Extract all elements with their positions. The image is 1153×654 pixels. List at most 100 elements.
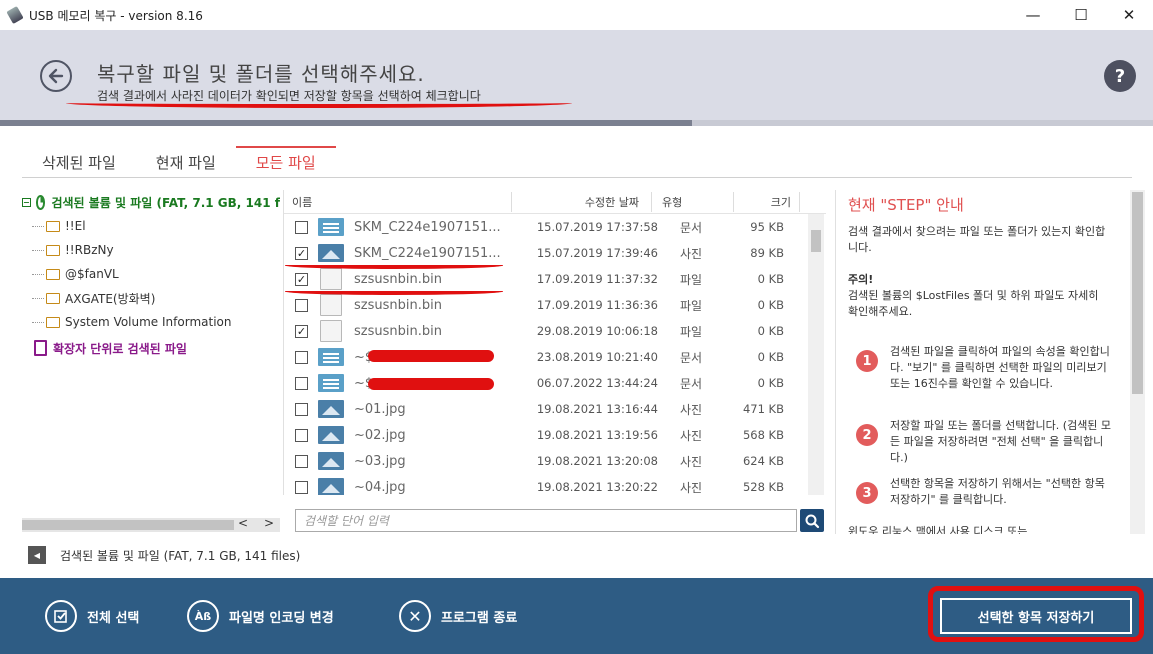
tree-horizontal-scrollbar[interactable]: < > bbox=[22, 516, 280, 532]
tree-item-folder[interactable]: !!El bbox=[22, 214, 280, 238]
row-checkbox[interactable]: ✓ bbox=[295, 246, 308, 260]
file-type: 사진 bbox=[680, 402, 703, 417]
file-row[interactable]: ~03.jpg 19.08.2021 13:20:08 사진 624 KB bbox=[284, 448, 826, 474]
tab-0[interactable]: 삭제된 파일 bbox=[22, 146, 136, 178]
file-type: 사진 bbox=[680, 480, 703, 495]
scroll-thumb[interactable] bbox=[1132, 192, 1143, 394]
file-type: 파일 bbox=[680, 298, 703, 313]
tree-ext-label: 확장자 단위로 검색된 파일 bbox=[53, 341, 187, 356]
step-text: 저장할 파일 또는 폴더를 선택합니다. (검색된 모든 파일을 저장하려면 "… bbox=[890, 419, 1112, 464]
row-checkbox[interactable] bbox=[295, 376, 308, 390]
row-checkbox[interactable] bbox=[295, 428, 308, 442]
step-number-badge: 1 bbox=[856, 350, 878, 372]
column-size[interactable]: 크기 bbox=[734, 191, 800, 212]
scroll-right-arrow[interactable]: > bbox=[264, 516, 274, 530]
file-date: 19.08.2021 13:19:56 bbox=[536, 428, 658, 442]
file-list-scrollbar[interactable] bbox=[808, 214, 824, 495]
file-type: 사진 bbox=[680, 428, 703, 443]
file-date: 19.08.2021 13:16:44 bbox=[536, 402, 658, 416]
search-input[interactable]: 검색할 단어 입력 bbox=[295, 509, 797, 532]
tree-item-folder[interactable]: !!RBzNy bbox=[22, 238, 280, 262]
folder-icon bbox=[46, 316, 60, 328]
guide-cut-line: 윈도우 리눅스 맥에서 사용 디스크 또는 bbox=[848, 525, 1028, 534]
row-checkbox[interactable] bbox=[295, 298, 308, 312]
tree-connector bbox=[32, 273, 44, 275]
file-row[interactable]: ✓ SKM_C224e1907151... 15.07.2019 17:39:46 사… bbox=[284, 240, 826, 266]
image-icon bbox=[318, 478, 344, 495]
volume-tree: − 검색된 볼륨 및 파일 (FAT, 7.1 GB, 141 f !!El!!… bbox=[22, 190, 280, 515]
column-date[interactable]: 수정한 날짜 bbox=[512, 191, 652, 212]
file-row[interactable]: ~$ 06.07.2022 13:44:24 문서 0 KB bbox=[284, 370, 826, 396]
row-checkbox[interactable]: ✓ bbox=[295, 272, 308, 286]
row-checkbox[interactable] bbox=[295, 454, 308, 468]
file-date: 06.07.2022 13:44:24 bbox=[536, 376, 658, 390]
folder-icon bbox=[46, 268, 60, 280]
file-name: szsusnbin.bin bbox=[354, 297, 442, 313]
guide-scrollbar[interactable] bbox=[1130, 190, 1145, 534]
file-row[interactable]: szsusnbin.bin 17.09.2019 11:36:36 파일 0 KB bbox=[284, 292, 826, 318]
image-icon bbox=[318, 244, 344, 262]
tab-1[interactable]: 현재 파일 bbox=[136, 146, 236, 178]
row-checkbox[interactable] bbox=[295, 220, 308, 234]
collapse-toggle[interactable]: − bbox=[22, 197, 31, 207]
help-button[interactable]: ? bbox=[1104, 60, 1136, 92]
tree-item-label: System Volume Information bbox=[65, 315, 232, 329]
column-type[interactable]: 유형 bbox=[652, 191, 734, 212]
file-icon bbox=[320, 268, 342, 290]
guide-step: 3 선택한 항목을 저장하기 위해서는 "선택한 항목 저장하기" 를 클릭합니다… bbox=[856, 476, 1112, 508]
row-checkbox[interactable]: ✓ bbox=[295, 324, 308, 338]
tree-item-extension-search[interactable]: 확장자 단위로 검색된 파일 bbox=[22, 336, 280, 360]
back-button[interactable] bbox=[40, 60, 72, 92]
file-row[interactable]: ~04.jpg 19.08.2021 13:20:22 사진 528 KB bbox=[284, 474, 826, 495]
tree-connector bbox=[32, 249, 44, 251]
search-button[interactable] bbox=[800, 509, 824, 532]
minimize-button[interactable]: — bbox=[1009, 0, 1057, 30]
encoding-button[interactable]: Àß 파일명 인코딩 변경 bbox=[187, 600, 334, 632]
file-row[interactable]: ✓ szsusnbin.bin 29.08.2019 10:06:18 파일 0 KB bbox=[284, 318, 826, 344]
file-type: 사진 bbox=[680, 246, 703, 261]
select-all-button[interactable]: 전체 선택 bbox=[45, 600, 139, 632]
file-name: szsusnbin.bin bbox=[354, 271, 442, 287]
column-name[interactable]: 이름 bbox=[284, 191, 512, 212]
tree-root-volume[interactable]: − 검색된 볼륨 및 파일 (FAT, 7.1 GB, 141 f bbox=[22, 190, 280, 214]
tree-children: !!El !!RBzNy @$fanVL AXGATE(방화벽) System Volu… bbox=[22, 214, 280, 334]
scroll-thumb[interactable] bbox=[22, 520, 234, 530]
row-checkbox[interactable] bbox=[295, 350, 308, 364]
file-row[interactable]: ~01.jpg 19.08.2021 13:16:44 사진 471 KB bbox=[284, 396, 826, 422]
tab-2[interactable]: 모든 파일 bbox=[235, 146, 336, 178]
tree-item-folder[interactable]: @$fanVL bbox=[22, 262, 280, 286]
search-icon bbox=[805, 514, 820, 528]
step-text: 선택한 항목을 저장하기 위해서는 "선택한 항목 저장하기" 를 클릭합니다. bbox=[890, 477, 1105, 506]
file-icon bbox=[320, 294, 342, 316]
document-icon bbox=[318, 374, 344, 392]
file-date: 19.08.2021 13:20:22 bbox=[536, 480, 658, 494]
file-row[interactable]: ~02.jpg 19.08.2021 13:19:56 사진 568 KB bbox=[284, 422, 826, 448]
select-all-icon bbox=[45, 600, 77, 632]
save-selected-button[interactable]: 선택한 항목 저장하기 bbox=[940, 598, 1132, 634]
file-name: ~03.jpg bbox=[354, 453, 406, 469]
file-row[interactable]: SKM_C224e1907151... 15.07.2019 17:37:58 문서… bbox=[284, 214, 826, 240]
file-name: ~02.jpg bbox=[354, 427, 406, 443]
scroll-left-arrow[interactable]: < bbox=[238, 516, 248, 530]
file-date: 15.07.2019 17:37:58 bbox=[536, 220, 658, 234]
tree-item-folder[interactable]: System Volume Information bbox=[22, 310, 280, 334]
file-name: SKM_C224e1907151... bbox=[354, 219, 501, 235]
row-checkbox[interactable] bbox=[295, 402, 308, 416]
file-size: 0 KB bbox=[757, 272, 784, 286]
scroll-thumb[interactable] bbox=[811, 230, 821, 252]
file-icon bbox=[320, 320, 342, 342]
tree-item-folder[interactable]: AXGATE(방화벽) bbox=[22, 286, 280, 310]
file-row[interactable]: ~$ 23.08.2019 10:21:40 문서 0 KB bbox=[284, 344, 826, 370]
step-guide-panel: 현재 "STEP" 안내 검색 결과에서 찾으려는 파일 또는 폴더가 있는지 … bbox=[835, 190, 1131, 534]
file-size: 89 KB bbox=[750, 246, 784, 260]
file-row[interactable]: ✓ szsusnbin.bin 17.09.2019 11:37:32 파일 0 KB bbox=[284, 266, 826, 292]
close-button[interactable]: ✕ bbox=[1105, 0, 1153, 30]
exit-program-button[interactable]: ✕ 프로그램 종료 bbox=[399, 600, 517, 632]
tree-item-label: AXGATE(방화벽) bbox=[65, 291, 156, 306]
file-size: 568 KB bbox=[742, 428, 784, 442]
file-date: 17.09.2019 11:36:36 bbox=[536, 298, 658, 312]
collapse-panel-button[interactable]: ◀ bbox=[28, 546, 46, 564]
maximize-button[interactable]: ☐ bbox=[1057, 0, 1105, 30]
row-checkbox[interactable] bbox=[295, 480, 308, 494]
guide-step: 2 저장할 파일 또는 폴더를 선택합니다. (검색된 모든 파일을 저장하려면 … bbox=[856, 418, 1112, 466]
